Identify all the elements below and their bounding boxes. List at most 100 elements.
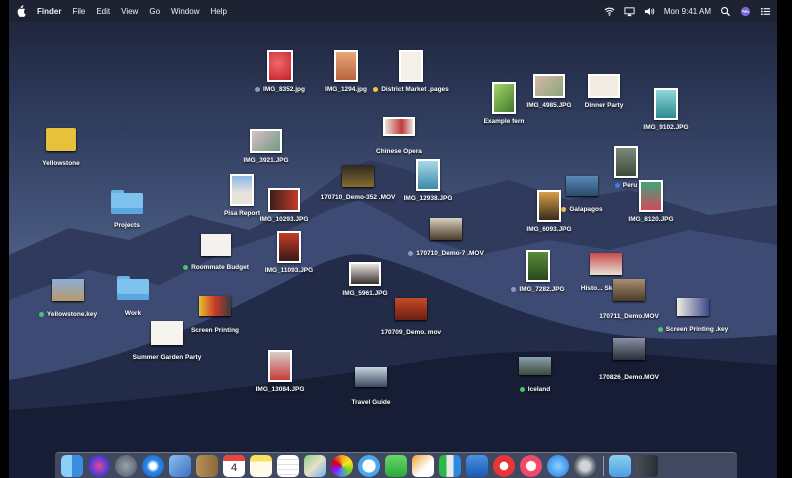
safari-icon[interactable] — [142, 455, 164, 477]
image-thumbnail — [277, 231, 301, 263]
numbers-document-icon — [201, 234, 231, 256]
notes-icon[interactable] — [250, 455, 272, 477]
item-label: 170711_Demo.MOV — [599, 313, 659, 320]
desktop-item-170826-demo[interactable]: 170826_Demo.MOV — [589, 338, 669, 382]
desktop-item-demo-7[interactable]: 170710_Demo-7 .MOV — [406, 218, 486, 258]
facetime-icon[interactable] — [385, 455, 407, 477]
desktop-item-img-5961[interactable]: IMG_5961.JPG — [325, 262, 405, 298]
menu-help[interactable]: Help — [210, 7, 226, 16]
image-thumbnail — [416, 159, 440, 191]
mail-icon[interactable] — [169, 455, 191, 477]
item-label: Travel Guide — [351, 399, 391, 406]
video-thumbnail — [430, 218, 462, 240]
volume-icon[interactable] — [644, 6, 655, 17]
contacts-icon[interactable] — [196, 455, 218, 477]
news-icon[interactable] — [493, 455, 515, 477]
desktop-item-170709-demo[interactable]: 170709_Demo. mov — [371, 298, 451, 337]
desktop-item-img-8120[interactable]: IMG_8120.JPG — [611, 180, 691, 224]
numbers-icon[interactable] — [439, 455, 461, 477]
desktop-item-img-10293[interactable]: IMG_10293.JPG — [244, 188, 324, 224]
spotlight-icon[interactable] — [720, 6, 731, 17]
desktop-item-img-11093[interactable]: IMG_11093.JPG — [249, 231, 329, 275]
image-thumbnail — [614, 146, 638, 178]
item-label: IMG_13084.JPG — [255, 386, 305, 393]
document-thumbnail — [519, 357, 551, 375]
document-thumbnail — [355, 367, 387, 387]
image-thumbnail — [250, 129, 282, 153]
siri-icon[interactable] — [740, 6, 751, 17]
desktop-item-screen-printing-key[interactable]: Screen Printing .key — [653, 298, 733, 334]
tag-dot — [38, 311, 44, 317]
dock: 4 — [55, 452, 737, 478]
item-label: IMG_6093.JPG — [526, 226, 572, 233]
image-thumbnail — [526, 250, 550, 282]
image-thumbnail — [334, 50, 358, 82]
item-label: 170826_Demo.MOV — [599, 374, 659, 381]
item-label: IMG_1294.jpg — [325, 86, 367, 93]
document-thumbnail — [399, 50, 423, 82]
item-label: 170710_Demo-352 .MOV — [320, 194, 396, 201]
item-label: IMG_8352.jpg — [255, 86, 305, 94]
reminders-icon[interactable] — [277, 455, 299, 477]
desktop-item-projects[interactable]: Projects — [87, 190, 167, 230]
item-label: IMG_9102.JPG — [643, 124, 689, 131]
desktop-item-iceland[interactable]: Iceland — [495, 357, 575, 394]
apple-icon[interactable] — [17, 5, 27, 17]
desktop-item-img-13084[interactable]: IMG_13084.JPG — [240, 350, 320, 394]
siri-icon[interactable] — [88, 455, 110, 477]
pages-icon[interactable] — [412, 455, 434, 477]
item-label: Yellowstone — [42, 160, 80, 167]
desktop-item-yellowstone[interactable]: Yellowstone — [21, 128, 101, 168]
document-thumbnail — [588, 74, 620, 98]
launchpad-icon[interactable] — [115, 455, 137, 477]
item-label: IMG_11093.JPG — [264, 267, 314, 274]
music-icon[interactable] — [520, 455, 542, 477]
item-label: District Market .pages — [373, 86, 449, 94]
menu-window[interactable]: Window — [171, 7, 199, 16]
menu-edit[interactable]: Edit — [96, 7, 110, 16]
item-label: Iceland — [519, 386, 550, 394]
item-label: Example fern — [483, 118, 525, 125]
item-label: IMG_10293.JPG — [259, 216, 309, 223]
keynote-icon[interactable] — [466, 455, 488, 477]
wifi-icon[interactable] — [604, 6, 615, 17]
messages-icon[interactable] — [358, 455, 380, 477]
desktop-item-chinese-opera[interactable]: Chinese Opera — [359, 117, 439, 156]
desktop-item-img-6093[interactable]: IMG_6093.JPG — [509, 190, 589, 234]
airplay-icon[interactable] — [624, 6, 635, 17]
menubar-clock[interactable]: Mon 9:41 AM — [664, 7, 711, 16]
finder-icon[interactable] — [61, 455, 83, 477]
desktop-item-img-12938[interactable]: IMG_12938.JPG — [388, 159, 468, 203]
image-thumbnail — [349, 262, 381, 286]
desktop-item-img-9102[interactable]: IMG_9102.JPG — [626, 88, 706, 132]
photos-icon[interactable] — [331, 455, 353, 477]
calendar-day: 4 — [230, 462, 238, 474]
image-thumbnail — [268, 350, 292, 382]
system-preferences-icon[interactable] — [574, 455, 596, 477]
downloads-folder-icon[interactable] — [609, 455, 631, 477]
desktop: Finder File Edit View Go Window Help Mon… — [9, 0, 777, 478]
desktop-item-work[interactable]: Work — [93, 276, 173, 318]
numbers-document-icon — [46, 128, 76, 151]
item-label: 170710_Demo-7 .MOV — [408, 250, 484, 258]
menu-view[interactable]: View — [121, 7, 138, 16]
menu-file[interactable]: File — [72, 7, 85, 16]
menu-go[interactable]: Go — [149, 7, 160, 16]
desktop-item-roommate-budget[interactable]: Roommate Budget — [176, 234, 256, 272]
video-thumbnail — [395, 298, 427, 320]
desktop-item-district-market[interactable]: District Market .pages — [371, 50, 451, 94]
app-store-icon[interactable] — [547, 455, 569, 477]
item-label: IMG_8120.JPG — [628, 216, 674, 223]
trash-icon[interactable] — [636, 455, 658, 477]
image-thumbnail — [533, 74, 565, 98]
app-menu-finder[interactable]: Finder — [37, 7, 61, 16]
notification-center-icon[interactable] — [760, 6, 771, 17]
desktop-item-travel-guide[interactable]: Travel Guide — [331, 367, 411, 407]
desktop-item-summer-garden-party[interactable]: Summer Garden Party — [127, 321, 207, 362]
maps-icon[interactable] — [304, 455, 326, 477]
desktop-item-demo-352[interactable]: 170710_Demo-352 .MOV — [318, 165, 398, 202]
document-thumbnail — [383, 117, 415, 136]
desktop-item-img-3921[interactable]: IMG_3921.JPG — [226, 129, 306, 165]
calendar-icon[interactable]: 4 — [223, 455, 245, 477]
item-label: Screen Printing .key — [657, 326, 728, 334]
